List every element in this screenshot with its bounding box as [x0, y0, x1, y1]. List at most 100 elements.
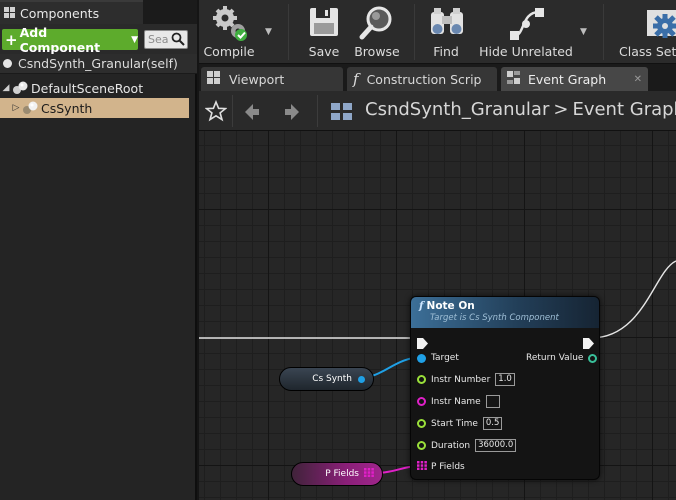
chevron-down-icon: ▼: [131, 34, 138, 45]
blueprint-toolbar: Compile ▼ Save Browse Find Hide Unrelate…: [199, 0, 676, 64]
tab-viewport[interactable]: Viewport: [201, 67, 343, 91]
search-placeholder: Sea: [148, 33, 169, 46]
compile-button[interactable]: Compile: [203, 0, 255, 64]
p-fields-variable-node[interactable]: P Fields: [291, 462, 383, 486]
collapse-arrow-icon[interactable]: ▷: [10, 103, 22, 113]
graph-icon: [331, 103, 353, 125]
duration-pin[interactable]: Duration 36000.0: [417, 439, 517, 452]
toolbar-separator: [288, 4, 289, 60]
editor-tab-bar: Viewport f Construction Scrip Event Grap…: [199, 64, 676, 91]
instr-number-pin[interactable]: Instr Number 1.0: [417, 373, 515, 386]
p-fields-pin[interactable]: P Fields: [417, 461, 465, 473]
save-label: Save: [308, 44, 340, 59]
scene-component-icon: [12, 81, 28, 95]
header-separator: [317, 95, 318, 127]
float-pin-icon[interactable]: [417, 375, 426, 384]
toolbar-separator: [414, 4, 415, 60]
class-settings-button[interactable]: Class Setti: [619, 0, 676, 64]
pin-label: Return Value: [526, 353, 584, 363]
back-arrow-icon[interactable]: [243, 103, 261, 125]
exec-output-pin-icon[interactable]: [583, 334, 594, 353]
cs-synth-variable-node[interactable]: Cs Synth: [279, 367, 374, 391]
forward-arrow-icon[interactable]: [283, 103, 301, 125]
start-time-input[interactable]: 0.5: [482, 417, 503, 430]
find-button[interactable]: Find: [424, 0, 468, 64]
return-pin-icon[interactable]: [588, 353, 598, 363]
compile-label: Compile: [203, 44, 255, 59]
variable-label: Cs Synth: [312, 374, 352, 384]
instr-number-input[interactable]: 1.0: [495, 373, 515, 386]
self-component-label: CsndSynth_Granular(self): [18, 56, 178, 71]
object-pin-icon[interactable]: [417, 353, 426, 363]
components-tab-label: Components: [20, 5, 100, 21]
components-panel: Components + Add Component ▼ Sea CsndSyn…: [0, 0, 197, 500]
pin-label: Target: [431, 353, 459, 363]
class-settings-label: Class Setti: [619, 44, 676, 59]
header-separator: [232, 95, 233, 127]
expand-arrow-icon[interactable]: ◢: [0, 83, 12, 93]
close-tab-icon[interactable]: ✕: [634, 74, 642, 85]
instr-name-input[interactable]: [485, 395, 500, 408]
string-pin-icon[interactable]: [417, 397, 426, 406]
binoculars-icon: [428, 6, 466, 44]
start-time-pin[interactable]: Start Time 0.5: [417, 417, 503, 430]
array-pin-icon[interactable]: [417, 461, 427, 473]
event-graph-canvas[interactable]: Cs Synth P Fields f Note On Target is Cs …: [199, 131, 676, 500]
breadcrumb-blueprint[interactable]: CsndSynth_Granular: [365, 99, 549, 120]
float-pin-icon[interactable]: [417, 441, 426, 450]
components-icon: [4, 4, 16, 23]
instr-name-pin[interactable]: Instr Name: [417, 395, 500, 408]
save-button[interactable]: Save: [305, 0, 343, 64]
plus-icon: +: [5, 30, 18, 49]
tab-event-graph[interactable]: Event Graph ✕: [501, 67, 648, 91]
pin-label: Start Time: [431, 418, 478, 429]
magnifier-icon: [359, 6, 395, 46]
node-subtitle: Target is Cs Synth Component: [430, 313, 559, 323]
breadcrumb: CsndSynth_Granular > Event Graph: [365, 99, 676, 120]
self-component-row[interactable]: CsndSynth_Granular(self): [0, 54, 197, 74]
compile-options-chevron-icon[interactable]: ▼: [265, 27, 272, 37]
duration-input[interactable]: 36000.0: [475, 439, 517, 452]
exec-input-pin-icon[interactable]: [417, 334, 428, 353]
breadcrumb-separator: >: [553, 99, 569, 120]
tree-item-default-scene-root[interactable]: ◢ DefaultSceneRoot: [0, 78, 197, 98]
favorite-star-icon[interactable]: [204, 99, 228, 126]
hide-unrelated-button[interactable]: Hide Unrelated: [479, 0, 573, 64]
variable-label: P Fields: [325, 469, 359, 479]
find-label: Find: [433, 44, 459, 59]
array-output-pin-icon[interactable]: [364, 468, 374, 480]
target-pin[interactable]: Target: [417, 353, 459, 363]
function-icon: f: [353, 70, 359, 88]
tree-item-label: DefaultSceneRoot: [31, 80, 144, 96]
viewport-icon: [207, 70, 221, 88]
component-search-input[interactable]: Sea: [144, 30, 188, 49]
compile-gears-icon: [213, 6, 249, 46]
tab-components[interactable]: Components: [0, 0, 143, 24]
node-header[interactable]: f Note On Target is Cs Synth Component: [411, 297, 599, 328]
node-title-text: Note On: [426, 300, 475, 312]
browse-button[interactable]: Browse: [352, 0, 402, 64]
breadcrumb-graph[interactable]: Event Graph: [572, 99, 676, 120]
scene-component-icon: [22, 101, 38, 115]
return-value-pin[interactable]: Return Value: [526, 353, 598, 363]
note-on-function-node[interactable]: f Note On Target is Cs Synth Component Ta…: [410, 296, 600, 480]
gear-icon: [645, 6, 676, 46]
graph-nodes-icon: [509, 6, 545, 46]
tree-item-cssynth[interactable]: ▷ CsSynth: [0, 98, 189, 118]
node-title: f Note On: [419, 300, 599, 312]
add-component-label: Add Component: [19, 24, 101, 55]
actor-icon: [3, 59, 12, 68]
add-component-button[interactable]: + Add Component ▼: [2, 25, 138, 55]
graph-breadcrumb-bar: CsndSynth_Granular > Event Graph: [199, 91, 676, 131]
tab-label: Construction Scrip: [366, 71, 482, 87]
search-icon: [171, 32, 185, 48]
floppy-disk-icon: [308, 6, 340, 42]
object-output-pin-icon[interactable]: [358, 375, 365, 383]
pin-label: Instr Number: [431, 374, 491, 385]
hide-unrelated-options-chevron-icon[interactable]: ▼: [580, 27, 587, 37]
function-icon: f: [419, 300, 424, 312]
tree-item-label: CsSynth: [41, 100, 93, 116]
event-graph-icon: [507, 70, 521, 88]
tab-construction-script[interactable]: f Construction Scrip: [347, 67, 497, 91]
float-pin-icon[interactable]: [417, 419, 426, 428]
